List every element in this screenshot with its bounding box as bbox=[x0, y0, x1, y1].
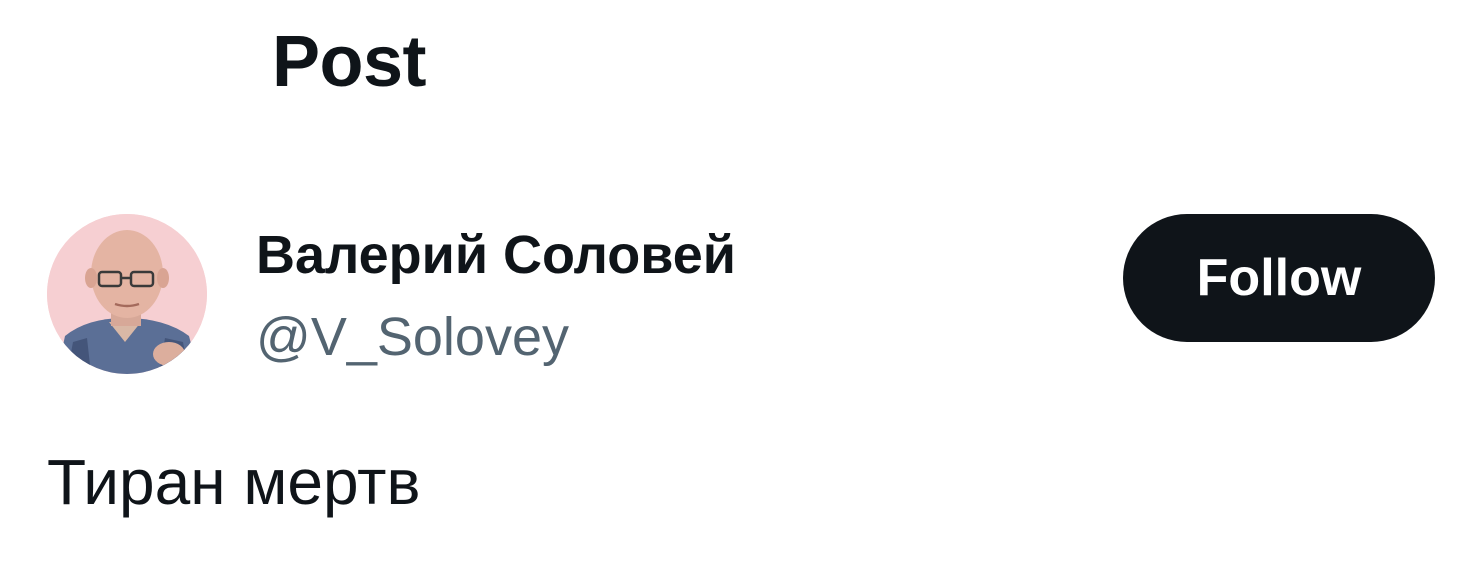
follow-button[interactable]: Follow bbox=[1123, 214, 1435, 342]
avatar[interactable] bbox=[47, 214, 207, 374]
post-author-row: Валерий Соловей @V_Solovey Follow bbox=[0, 0, 1457, 400]
author-handle[interactable]: @V_Solovey bbox=[256, 304, 569, 370]
author-display-name[interactable]: Валерий Соловей bbox=[256, 222, 736, 288]
person-photo-icon bbox=[47, 214, 207, 374]
post-text: Тиран мертв bbox=[47, 446, 421, 518]
